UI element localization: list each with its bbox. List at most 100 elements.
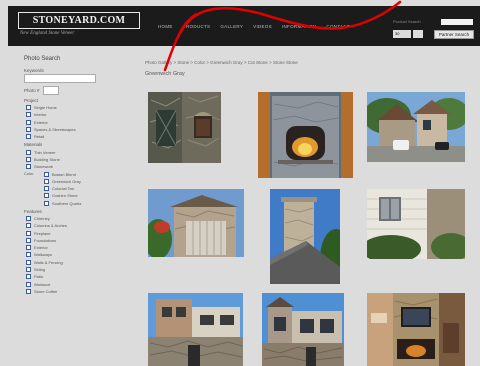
photo-thumbnail[interactable] [367, 189, 465, 259]
photo-number-row: Photo # [24, 86, 110, 95]
checkbox-box[interactable] [26, 230, 31, 236]
checkbox-box[interactable] [26, 127, 31, 133]
checkbox-label: Fireplace [34, 230, 51, 236]
filter-checkbox[interactable]: Thin Veneer [26, 148, 110, 155]
filter-checkbox[interactable]: Siding [26, 266, 110, 273]
filter-checkbox[interactable]: Exterior [26, 244, 110, 251]
checkbox-box[interactable] [26, 245, 31, 251]
photo-thumbnail[interactable] [262, 293, 344, 366]
checkbox-label: Columns & Arches [34, 223, 67, 229]
checkbox-box[interactable] [26, 149, 31, 155]
filter-checkbox[interactable]: Retail [26, 133, 110, 140]
checkbox-label: Foundations [34, 237, 57, 243]
checkbox-label: Colonial Tan [52, 186, 74, 192]
checkbox-label: Goshen Stone [52, 193, 78, 199]
filter-checkbox[interactable]: Columns & Arches [26, 222, 110, 229]
checkbox-label: Greenwich Gray [52, 178, 81, 184]
filter-checkbox[interactable]: Wainscot [26, 281, 110, 288]
header-search-button[interactable]: Partner Search [434, 30, 474, 39]
filter-checkbox[interactable]: Single Home [26, 104, 110, 111]
filter-checkbox[interactable]: Walls & Fencing [26, 259, 110, 266]
checkbox-box[interactable] [26, 267, 31, 273]
nav-home[interactable]: HOME [158, 23, 173, 31]
keywords-label: Keywords [24, 68, 44, 73]
photo-thumbnail[interactable] [148, 293, 243, 366]
color-filter-label: Color [24, 171, 34, 177]
checkbox-box[interactable] [26, 112, 31, 118]
checkbox-label: Exterior [34, 245, 48, 251]
logo-text: STONEYARD.COM [18, 12, 140, 29]
filter-checkbox[interactable]: Colonial Tan [44, 185, 81, 192]
features-label: Features [24, 208, 42, 214]
filter-checkbox[interactable]: Spaces & Streetscapes [26, 126, 110, 133]
filter-checkbox[interactable]: Interior [26, 111, 110, 118]
filter-checkbox[interactable]: Building Stone [26, 156, 110, 163]
site-logo[interactable]: STONEYARD.COM New England Stone Veneer [18, 12, 148, 40]
filter-checkbox[interactable]: Goshen Stone [44, 192, 81, 199]
filter-checkbox[interactable]: Foundations [26, 237, 110, 244]
checkbox-box[interactable] [26, 259, 31, 265]
breadcrumb[interactable]: Photo Gallery > Stone > Color > Greenwic… [145, 60, 298, 65]
checkbox-box[interactable] [26, 237, 31, 243]
checkbox-label: Walls & Fencing [34, 259, 63, 265]
checkbox-box[interactable] [26, 164, 31, 170]
header-search-input[interactable] [441, 19, 473, 25]
filter-checkbox[interactable]: Exterior [26, 119, 110, 126]
checkbox-label: Walkways [34, 252, 52, 258]
header-search-label: Product Search [393, 19, 421, 24]
photo-thumbnail[interactable] [270, 189, 340, 284]
keywords-input[interactable] [24, 74, 96, 83]
checkbox-box[interactable] [26, 216, 31, 221]
checkbox-label: Siding [34, 267, 46, 273]
photo-thumbnail[interactable] [258, 92, 353, 178]
checkbox-box[interactable] [26, 134, 31, 140]
checkbox-box[interactable] [26, 119, 31, 125]
filter-checkbox[interactable]: Chimney [26, 215, 110, 222]
checkbox-box[interactable] [26, 281, 31, 287]
checkbox-label: Exterior [34, 119, 48, 125]
filter-checkbox[interactable]: Stonework [26, 163, 110, 170]
nav-contact[interactable]: CONTACT [326, 23, 350, 31]
nav-information[interactable]: INFORMATION [282, 23, 316, 31]
filter-group-label: Project [24, 98, 39, 103]
color-options: Boston Blend Greenwich Gray Colonial Tan… [40, 170, 81, 206]
photo-number-input[interactable] [42, 86, 59, 95]
filter-checkbox[interactable]: Southern Quartz [44, 200, 81, 207]
stone-window-siding-image [367, 189, 465, 259]
checkbox-box[interactable] [26, 252, 31, 258]
stone-house-exterior-image [367, 92, 465, 162]
checkbox-box[interactable] [44, 186, 49, 192]
photo-thumbnail[interactable] [367, 92, 465, 162]
photo-thumbnail[interactable] [148, 189, 244, 257]
header-search-select-arrow[interactable] [413, 30, 423, 38]
stone-chimney-image [270, 189, 340, 284]
checkbox-box[interactable] [44, 178, 49, 184]
page: STONEYARD.COM New England Stone Veneer H… [0, 0, 480, 366]
filter-checkbox[interactable]: Fireplace [26, 229, 110, 236]
header-search-select[interactable]: 30 [393, 30, 411, 38]
filter-checkbox[interactable]: Walkways [26, 251, 110, 258]
nav-products[interactable]: PRODUCTS [183, 23, 211, 31]
photo-thumbnail[interactable] [367, 293, 465, 366]
checkbox-box[interactable] [26, 288, 31, 294]
filter-checkbox[interactable]: Stone Coffee [26, 288, 110, 295]
filter-checkbox[interactable]: Patio [26, 273, 110, 280]
filter-checkbox[interactable]: Boston Blend [44, 170, 81, 177]
checkbox-box[interactable] [44, 171, 49, 177]
checkbox-box[interactable] [26, 105, 31, 111]
checkbox-box[interactable] [44, 193, 49, 199]
stone-window-wall-image [148, 92, 221, 163]
nav-videos[interactable]: VIDEOS [253, 23, 272, 31]
checkbox-box[interactable] [26, 223, 31, 229]
photo-thumbnail[interactable] [148, 92, 221, 163]
nav-gallery[interactable]: GALLERY [220, 23, 243, 31]
checkbox-label: Retail [34, 134, 45, 140]
checkbox-box[interactable] [44, 200, 49, 206]
header-search: Product Search 30 Partner Search [391, 17, 476, 43]
checkbox-box[interactable] [26, 156, 31, 162]
checkbox-label: Interior [34, 112, 47, 118]
checkbox-box[interactable] [26, 274, 31, 280]
filter-checkbox[interactable]: Greenwich Gray [44, 178, 81, 185]
sidebar-title: Photo Search [24, 56, 61, 62]
gallery-content: Photo Gallery > Stone > Color > Greenwic… [145, 56, 480, 366]
